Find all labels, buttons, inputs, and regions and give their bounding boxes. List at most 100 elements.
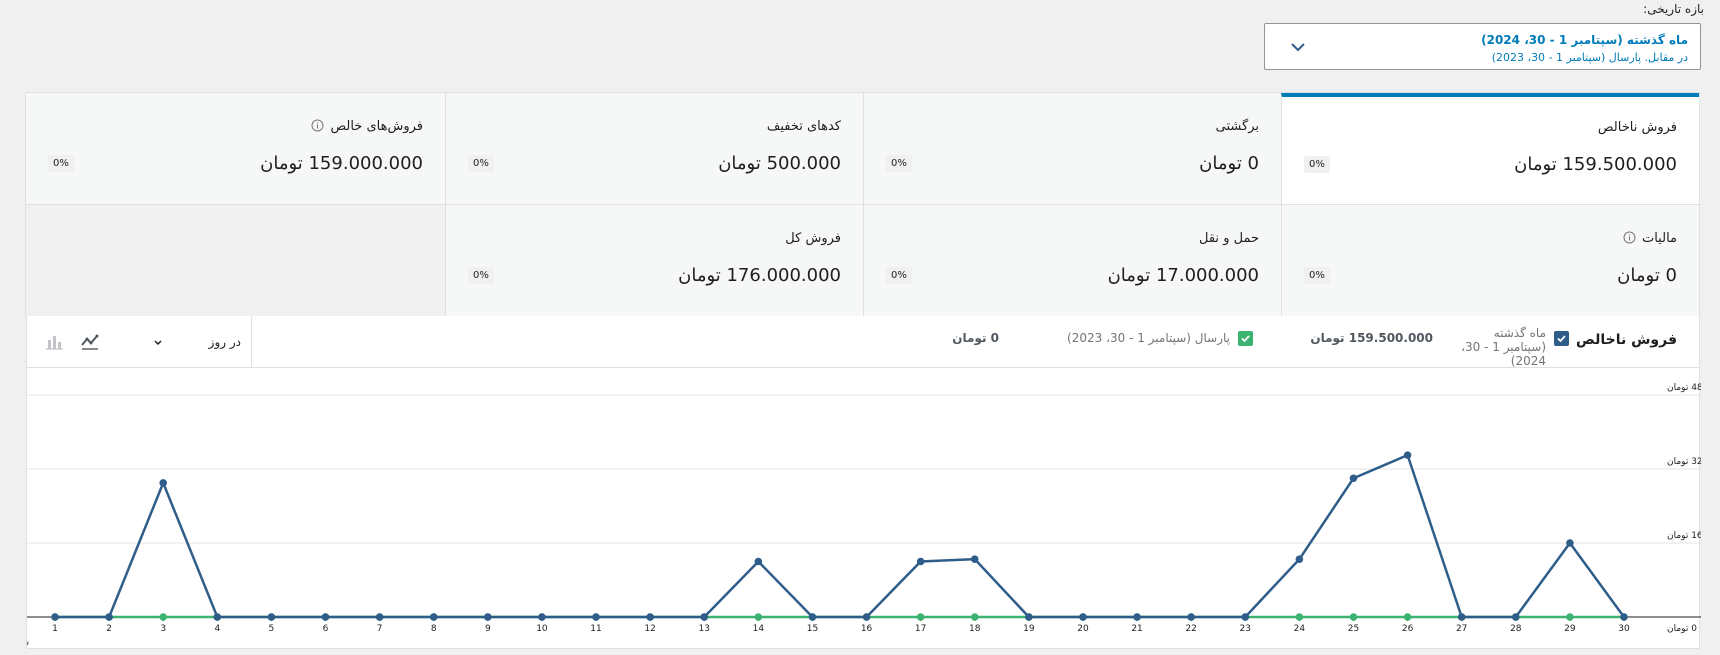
data-point-previous: [970, 613, 979, 621]
x-tick-label: 10: [536, 624, 548, 634]
data-point-current: [429, 613, 438, 621]
card-taxes[interactable]: مالیات 0 تومان 0%: [1281, 205, 1699, 317]
x-tick-label: 14: [753, 624, 765, 634]
x-tick-label: 29: [1564, 624, 1576, 634]
x-tick-label: 23: [1240, 624, 1251, 634]
x-tick-label: 12: [644, 624, 655, 634]
card-net-sales[interactable]: فروش‌های خالص 159.000.000 تومان 0%: [25, 93, 445, 205]
data-point-current: [1295, 555, 1304, 563]
data-point-current: [646, 613, 654, 621]
card-coupons[interactable]: کدهای تخفیف 500.000 تومان 0%: [445, 93, 863, 205]
card-delta-badge: 0%: [48, 155, 74, 172]
x-tick-label: 27: [1456, 624, 1467, 634]
x-tick-label: 16: [861, 624, 873, 634]
card-delta-badge: 0%: [1304, 267, 1330, 284]
card-delta-badge: 0%: [468, 155, 494, 172]
data-point-current: [700, 613, 709, 621]
x-tick-label: 9: [485, 624, 491, 634]
card-label: مالیات: [1623, 231, 1677, 246]
data-point-current: [1079, 613, 1087, 621]
info-icon[interactable]: [311, 119, 324, 132]
legend-previous-period[interactable]: پارسال (سپتامبر 1 - 30، 2023) 0 تومان: [952, 326, 1253, 346]
data-point-current: [1620, 613, 1628, 621]
date-range-comparison: در مقابل. پارسال (سپتامبر 1 - 30، 2023): [1491, 51, 1688, 64]
line-chart-icon[interactable]: [79, 331, 101, 353]
data-point-previous: [1295, 613, 1304, 621]
data-point-current: [1349, 474, 1358, 483]
x-tick-label: 7: [377, 624, 383, 634]
legend-label: ماه گذشته (سپتامبر 1 - 30، 2024): [1461, 326, 1546, 368]
y-tick-label: 0 تومان: [1667, 624, 1697, 634]
data-point-current: [213, 613, 222, 621]
x-tick-label: 24: [1294, 624, 1306, 634]
x-axis-caption: سپتامبر 2024: [27, 638, 29, 648]
x-tick-label: 8: [431, 624, 437, 634]
data-point-current: [862, 613, 871, 621]
series-line-current: [55, 453, 1626, 619]
chevron-down-icon: [154, 340, 162, 346]
date-range-label: بازه تاریخی:: [1643, 2, 1704, 16]
x-tick-label: 30: [1618, 624, 1630, 634]
data-point-current: [51, 613, 59, 621]
legend-current-period[interactable]: ماه گذشته (سپتامبر 1 - 30، 2024) 159.500…: [1310, 326, 1569, 368]
card-total-sales[interactable]: فروش کل 176.000.000 تومان 0%: [445, 205, 863, 317]
x-tick-label: 5: [269, 624, 275, 634]
date-range-primary: ماه گذشته (سپتامبر 1 - 30، 2024): [1481, 33, 1688, 47]
data-point-current: [1566, 539, 1574, 547]
info-icon[interactable]: [1623, 231, 1636, 244]
date-range-picker[interactable]: ماه گذشته (سپتامبر 1 - 30، 2024) در مقاب…: [1264, 23, 1701, 70]
data-point-current: [592, 613, 600, 621]
card-delta-badge: 0%: [468, 267, 494, 284]
x-tick-label: 18: [969, 624, 981, 634]
card-value: 159.000.000 تومان: [260, 153, 423, 174]
checkbox-icon[interactable]: [1238, 331, 1253, 346]
data-point-previous: [754, 613, 763, 621]
x-tick-label: 2: [106, 624, 112, 634]
x-tick-label: 28: [1510, 624, 1522, 634]
data-point-current: [1025, 613, 1033, 621]
card-value: 159.500.000 تومان: [1514, 154, 1677, 175]
x-tick-label: 19: [1023, 624, 1035, 634]
legend-total: 159.500.000 تومان: [1310, 331, 1433, 345]
summary-cards: فروش ناخالص 159.500.000 تومان 0% برگشتی 0 تو…: [25, 92, 1700, 317]
x-tick-label: 11: [590, 624, 601, 634]
card-value: 0 تومان: [1199, 153, 1259, 174]
checkbox-icon[interactable]: [1554, 331, 1569, 346]
x-tick-label: 4: [214, 624, 220, 634]
data-point-previous: [1349, 613, 1358, 621]
chevron-down-icon: [1291, 43, 1305, 52]
card-label: کدهای تخفیف: [766, 119, 841, 134]
x-tick-label: 17: [915, 624, 926, 634]
card-shipping[interactable]: حمل و نقل 17.000.000 تومان 0%: [863, 205, 1281, 317]
data-point-current: [1133, 613, 1141, 621]
data-point-current: [754, 557, 763, 566]
card-empty: [25, 205, 445, 317]
chart-header: فروش ناخالص ماه گذشته (سپتامبر 1 - 30، 2…: [27, 316, 1699, 368]
x-tick-label: 6: [323, 624, 329, 634]
x-tick-label: 20: [1077, 624, 1089, 634]
chart-panel: فروش ناخالص ماه گذشته (سپتامبر 1 - 30، 2…: [26, 316, 1701, 649]
data-point-current: [105, 613, 113, 621]
card-label: برگشتی: [1215, 119, 1259, 134]
card-value: 0 تومان: [1617, 265, 1677, 286]
card-value: 17.000.000 تومان: [1107, 265, 1259, 286]
data-point-current: [538, 613, 546, 621]
interval-select[interactable]: در روز: [142, 316, 252, 368]
data-point-current: [1511, 613, 1520, 621]
data-point-current: [375, 613, 384, 621]
card-gross-sales[interactable]: فروش ناخالص 159.500.000 تومان 0%: [1281, 93, 1699, 205]
x-tick-label: 15: [807, 624, 818, 634]
legend-total: 0 تومان: [952, 331, 1000, 345]
legend-label: پارسال (سپتامبر 1 - 30، 2023): [1067, 331, 1230, 345]
card-label: فروش ناخالص: [1597, 120, 1677, 135]
card-returns[interactable]: برگشتی 0 تومان 0%: [863, 93, 1281, 205]
data-point-previous: [1566, 613, 1574, 621]
sales-line-chart: 0 تومان16M تومان32M تومان48M تومان123456…: [27, 383, 1701, 648]
data-point-current: [321, 613, 330, 621]
bar-chart-icon[interactable]: [43, 331, 65, 353]
data-point-current: [1403, 451, 1412, 459]
y-tick-label: 48M تومان: [1667, 383, 1701, 393]
data-point-current: [267, 613, 276, 621]
card-value: 500.000 تومان: [718, 153, 841, 174]
data-point-previous: [916, 613, 925, 621]
